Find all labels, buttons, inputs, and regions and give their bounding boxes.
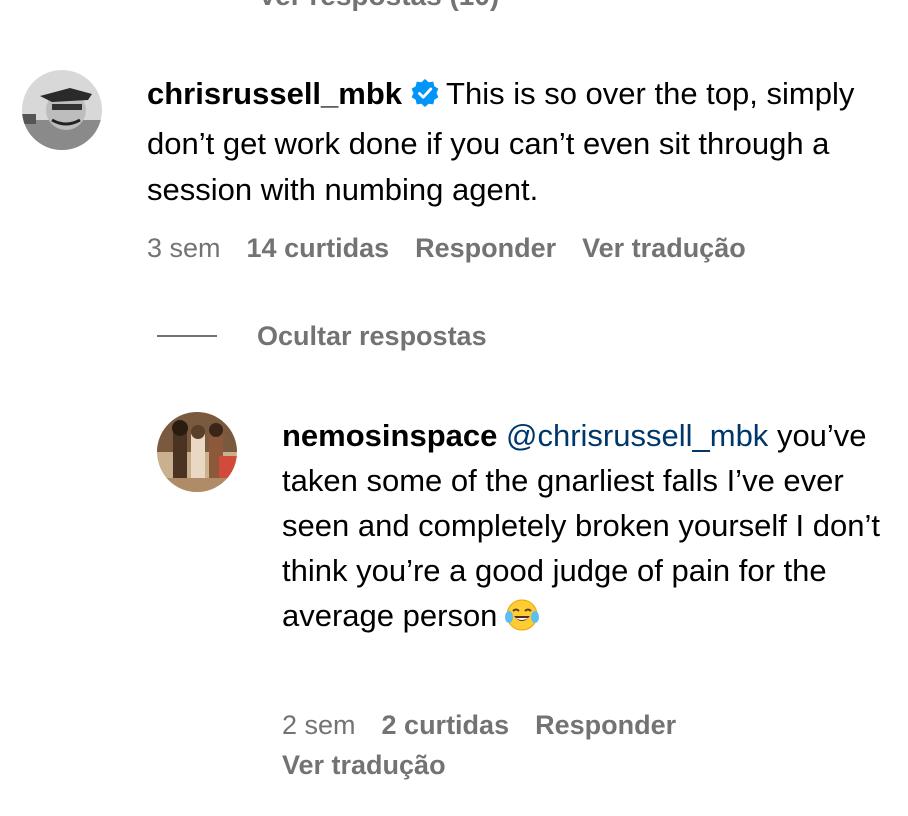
reply-username[interactable]: nemosinspace [282, 418, 497, 453]
comment-meta: 3 sem 14 curtidas Responder Ver tradução [147, 228, 772, 268]
verified-badge-icon [410, 75, 440, 121]
view-replies-link[interactable]: Ver respostas (10) [258, 0, 499, 12]
comments-thread: Ver respostas (10) chrisrussell_mbkThis … [0, 0, 908, 816]
avatar[interactable] [22, 70, 102, 150]
reply-avatar[interactable] [157, 412, 237, 492]
reply-translate-button[interactable]: Ver tradução [282, 750, 446, 780]
reply-reply-button[interactable]: Responder [535, 710, 676, 740]
comment-time: 3 sem [147, 233, 221, 263]
reply-meta: 2 sem 2 curtidas Responder [282, 705, 702, 745]
face-with-tears-of-joy-icon [505, 598, 540, 644]
reply-translate-row: Ver tradução [282, 745, 472, 785]
divider-line [157, 335, 217, 337]
reply-likes[interactable]: 2 curtidas [382, 710, 510, 740]
hide-replies-toggle[interactable]: Ocultar respostas [157, 316, 487, 356]
reply-button[interactable]: Responder [415, 233, 556, 263]
hide-replies-label[interactable]: Ocultar respostas [257, 321, 487, 352]
comment-likes[interactable]: 14 curtidas [247, 233, 390, 263]
comment-text: chrisrussell_mbk This is so over the top,… [147, 71, 887, 213]
reply-text: nemosinspace @chrisrussell_mbk you’ve ta… [282, 413, 882, 644]
comment-username[interactable]: chrisrussell_mbk [147, 76, 402, 111]
translate-button[interactable]: Ver tradução [582, 233, 746, 263]
reply-time: 2 sem [282, 710, 356, 740]
reply-mention[interactable]: @chrisrussell_mbk [506, 418, 768, 453]
